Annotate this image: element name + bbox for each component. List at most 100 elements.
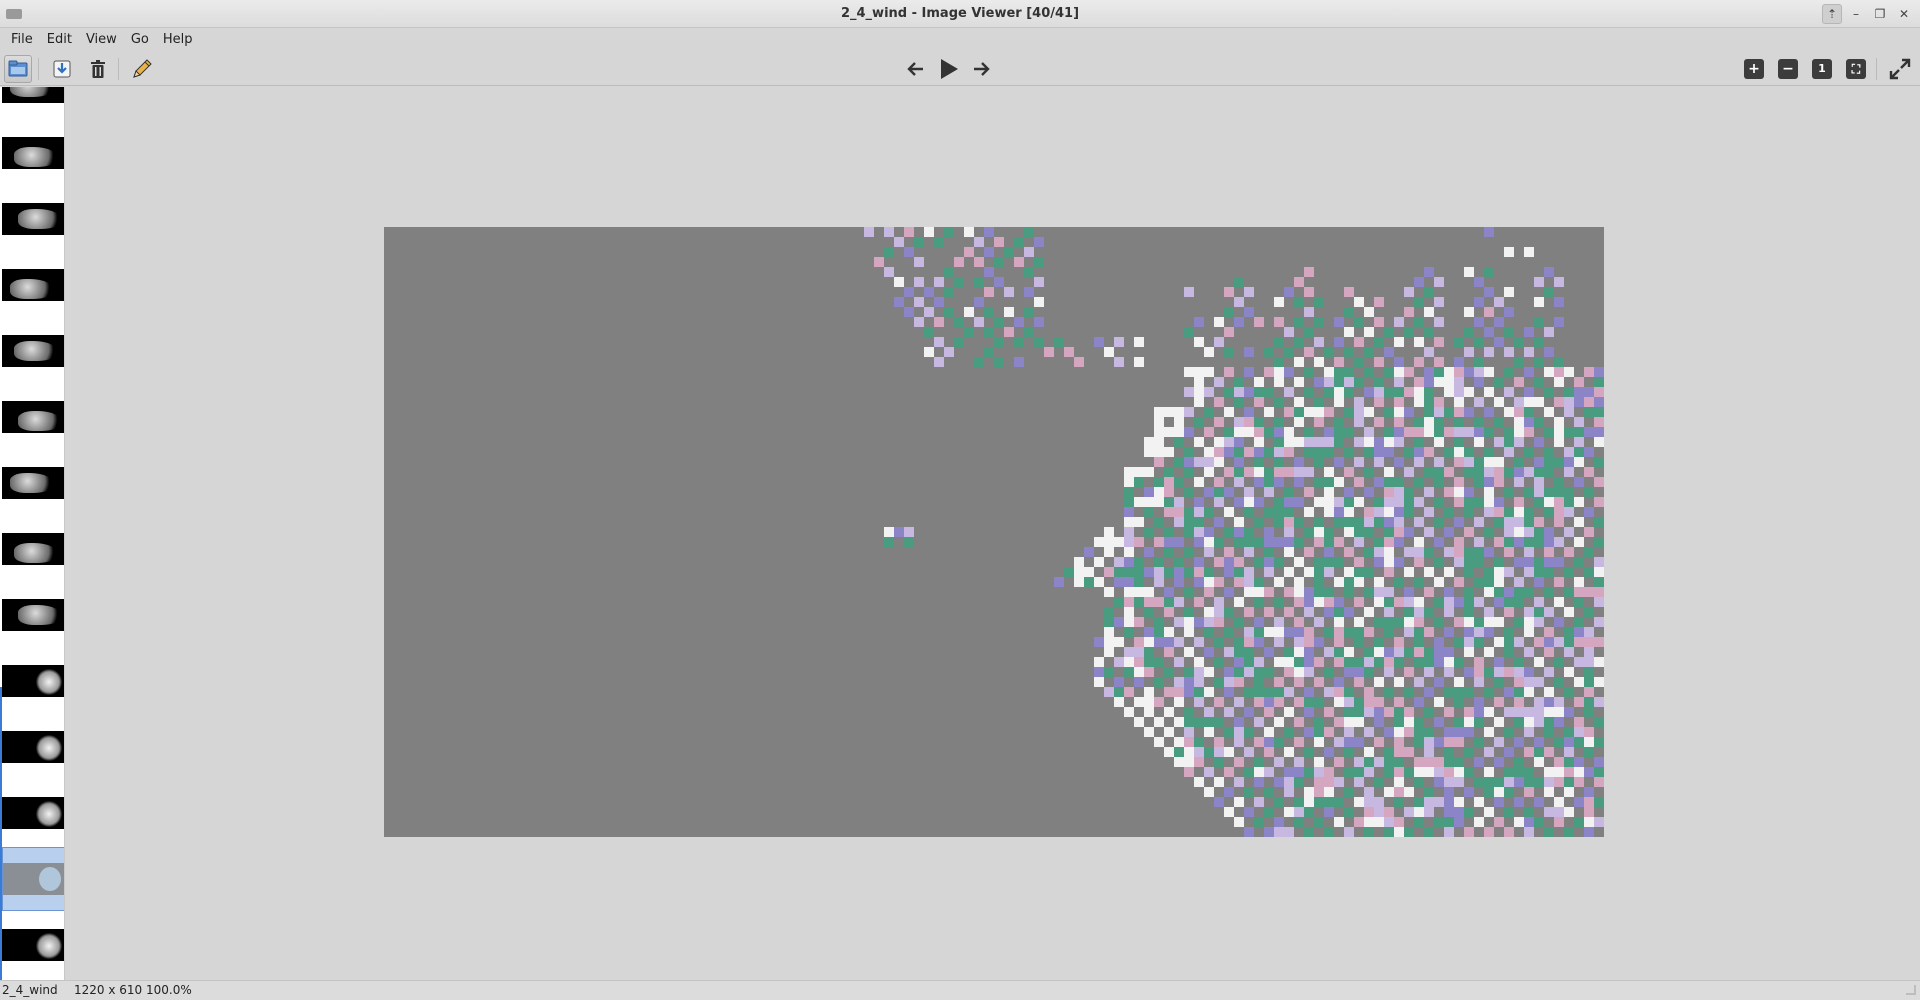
thumbnail-8[interactable] bbox=[2, 599, 64, 631]
thumbnail-9[interactable] bbox=[2, 665, 64, 697]
wind-pixel bbox=[1384, 667, 1394, 677]
wind-pixel bbox=[1284, 387, 1294, 397]
wind-pixel bbox=[1204, 487, 1214, 497]
wind-pixel bbox=[1164, 537, 1174, 547]
wind-pixel bbox=[1354, 707, 1364, 717]
wind-pixel bbox=[1364, 467, 1374, 477]
wind-pixel bbox=[1124, 607, 1134, 617]
wind-pixel bbox=[1364, 447, 1374, 457]
zoom-out-button[interactable]: − bbox=[1778, 59, 1798, 79]
thumbnail-selected[interactable] bbox=[2, 847, 64, 911]
play-slideshow-button[interactable] bbox=[935, 55, 963, 83]
wind-pixel bbox=[1304, 367, 1314, 377]
fullscreen-button[interactable] bbox=[1886, 55, 1914, 83]
delete-button[interactable] bbox=[84, 55, 112, 83]
wind-pixel bbox=[1514, 457, 1524, 467]
wind-pixel bbox=[1554, 557, 1564, 567]
wind-pixel bbox=[1394, 727, 1404, 737]
wind-pixel bbox=[924, 327, 934, 337]
wind-pixel bbox=[1514, 587, 1524, 597]
wind-pixel bbox=[1254, 537, 1264, 547]
scroll-indicator[interactable] bbox=[0, 687, 2, 980]
wind-pixel bbox=[1224, 527, 1234, 537]
wind-pixel bbox=[1104, 637, 1114, 647]
thumbnail-2[interactable] bbox=[2, 203, 64, 235]
image-viewport[interactable] bbox=[66, 87, 1920, 980]
wind-pixel bbox=[1034, 337, 1044, 347]
wind-pixel bbox=[1334, 577, 1344, 587]
wind-pixel bbox=[1354, 597, 1364, 607]
thumbnail-6[interactable] bbox=[2, 467, 64, 499]
wind-pixel bbox=[1544, 527, 1554, 537]
wind-pixel bbox=[1134, 647, 1144, 657]
wind-pixel bbox=[1304, 627, 1314, 637]
wind-pixel bbox=[934, 317, 944, 327]
thumbnail-7[interactable] bbox=[2, 533, 64, 565]
wind-pixel bbox=[1174, 437, 1184, 447]
wind-pixel bbox=[1294, 557, 1304, 567]
wind-pixel bbox=[1424, 307, 1434, 317]
menu-file[interactable]: File bbox=[4, 28, 40, 52]
wind-pixel bbox=[1414, 637, 1424, 647]
restore-icon[interactable]: ❐ bbox=[1870, 4, 1890, 24]
wind-pixel bbox=[1404, 767, 1414, 777]
previous-button[interactable] bbox=[901, 55, 929, 83]
menu-edit[interactable]: Edit bbox=[40, 28, 79, 52]
wind-pixel bbox=[1214, 697, 1224, 707]
wind-pixel bbox=[1484, 627, 1494, 637]
wind-pixel bbox=[1314, 567, 1324, 577]
wind-pixel bbox=[1254, 417, 1264, 427]
thumbnail-shape bbox=[14, 147, 58, 167]
wind-pixel bbox=[1424, 367, 1434, 377]
wind-pixel bbox=[1464, 407, 1474, 417]
thumbnail-11[interactable] bbox=[2, 797, 64, 829]
wind-pixel bbox=[1214, 717, 1224, 727]
wind-pixel bbox=[1594, 427, 1604, 437]
minimize-icon[interactable]: – bbox=[1846, 4, 1866, 24]
wind-pixel bbox=[1354, 657, 1364, 667]
menu-view[interactable]: View bbox=[79, 28, 124, 52]
wind-pixel bbox=[1304, 797, 1314, 807]
menu-help[interactable]: Help bbox=[156, 28, 200, 52]
wind-pixel bbox=[1174, 687, 1184, 697]
save-button[interactable] bbox=[48, 55, 76, 83]
thumbnail-0[interactable] bbox=[2, 87, 64, 103]
wind-pixel bbox=[1424, 377, 1434, 387]
open-folder-button[interactable] bbox=[4, 55, 32, 83]
wind-pixel bbox=[1554, 497, 1564, 507]
wind-pixel bbox=[1374, 697, 1384, 707]
thumbnail-4[interactable] bbox=[2, 335, 64, 367]
wind-pixel bbox=[1534, 607, 1544, 617]
wind-pixel bbox=[1194, 757, 1204, 767]
wind-pixel bbox=[1344, 627, 1354, 637]
wind-pixel bbox=[1314, 357, 1324, 367]
zoom-fit-button[interactable]: ⛶ bbox=[1846, 59, 1866, 79]
wind-pixel bbox=[1464, 587, 1474, 597]
wind-pixel bbox=[1424, 797, 1434, 807]
up-icon[interactable]: ⇡ bbox=[1822, 4, 1842, 24]
wind-pixel bbox=[1234, 667, 1244, 677]
thumbnail-1[interactable] bbox=[2, 137, 64, 169]
thumbnail-5[interactable] bbox=[2, 401, 64, 433]
thumbnail-10[interactable] bbox=[2, 731, 64, 763]
wind-pixel bbox=[1124, 577, 1134, 587]
thumbnail-3[interactable] bbox=[2, 269, 64, 301]
wind-pixel bbox=[1524, 587, 1534, 597]
edit-button[interactable] bbox=[128, 55, 156, 83]
zoom-original-button[interactable]: 1 bbox=[1812, 59, 1832, 79]
next-button[interactable] bbox=[968, 55, 996, 83]
thumbnail-strip[interactable] bbox=[0, 87, 65, 980]
thumbnail-shape bbox=[10, 473, 54, 493]
menu-go[interactable]: Go bbox=[124, 28, 156, 52]
resize-grip[interactable] bbox=[1906, 985, 1916, 995]
zoom-in-button[interactable]: + bbox=[1744, 59, 1764, 79]
wind-pixel bbox=[1294, 667, 1304, 677]
wind-pixel bbox=[1514, 777, 1524, 787]
wind-pixel bbox=[1344, 667, 1354, 677]
wind-pixel bbox=[1514, 657, 1524, 667]
wind-pixel bbox=[1134, 717, 1144, 727]
wind-pixel bbox=[1344, 647, 1354, 657]
thumbnail-13[interactable] bbox=[2, 929, 64, 961]
wind-pixel bbox=[1454, 427, 1464, 437]
close-icon[interactable]: ✕ bbox=[1894, 4, 1914, 24]
